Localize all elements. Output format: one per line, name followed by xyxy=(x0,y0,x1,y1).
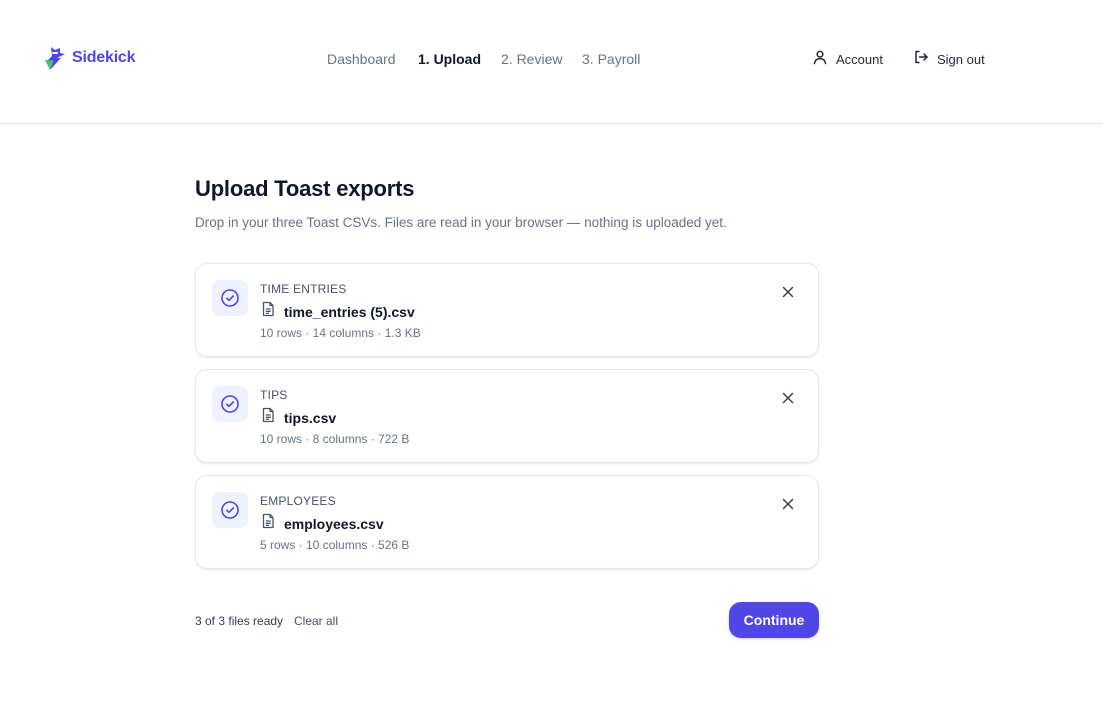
file-type-label: TIPS xyxy=(260,388,288,402)
nav-review[interactable]: 2. Review xyxy=(501,49,562,69)
sign-out-icon xyxy=(913,49,929,71)
top-header: Sidekick Dashboard 1. Upload 2. Review 3… xyxy=(0,0,1103,124)
remove-file-button[interactable] xyxy=(778,496,798,516)
clear-all-button[interactable]: Clear all xyxy=(294,613,338,629)
file-name: employees.csv xyxy=(260,513,384,534)
file-icon xyxy=(260,407,276,428)
file-name: time_entries (5).csv xyxy=(260,301,415,322)
file-card-tips: TIPS tips.csv 10 rows · 8 columns · 722 … xyxy=(195,369,819,463)
file-type-label: EMPLOYEES xyxy=(260,494,336,508)
page-title: Upload Toast exports xyxy=(195,176,415,201)
file-name: tips.csv xyxy=(260,407,336,428)
page-subtitle: Drop in your three Toast CSVs. Files are… xyxy=(195,215,727,230)
file-list: TIME ENTRIES time_entries (5).csv 10 row… xyxy=(195,263,819,569)
remove-file-button[interactable] xyxy=(778,284,798,304)
check-circle-icon xyxy=(212,386,248,422)
file-meta: 5 rows · 10 columns · 526 B xyxy=(260,538,410,552)
check-circle-icon xyxy=(212,492,248,528)
file-meta: 10 rows · 14 columns · 1.3 KB xyxy=(260,326,421,340)
sign-out-link[interactable]: Sign out xyxy=(913,49,985,71)
continue-button[interactable]: Continue xyxy=(729,602,819,638)
file-icon xyxy=(260,513,276,534)
nav-dashboard[interactable]: Dashboard xyxy=(327,49,396,69)
close-icon xyxy=(781,497,795,516)
files-ready-count: 3 of 3 files ready xyxy=(195,614,284,628)
check-circle-icon xyxy=(212,280,248,316)
upload-main: Upload Toast exports Drop in your three … xyxy=(195,172,819,638)
sign-out-label: Sign out xyxy=(937,52,985,67)
upload-footer: 3 of 3 files ready Clear all Continue xyxy=(195,602,819,638)
close-icon xyxy=(781,391,795,410)
file-meta: 10 rows · 8 columns · 722 B xyxy=(260,432,410,446)
user-icon xyxy=(812,49,828,71)
file-type-label: TIME ENTRIES xyxy=(260,282,347,296)
file-name-text: time_entries (5).csv xyxy=(284,303,415,320)
nav-upload[interactable]: 1. Upload xyxy=(418,49,481,69)
close-icon xyxy=(781,285,795,304)
file-icon xyxy=(260,301,276,322)
account-label: Account xyxy=(836,52,883,67)
file-card-employees: EMPLOYEES employees.csv 5 rows · 10 colu… xyxy=(195,475,819,569)
file-name-text: employees.csv xyxy=(284,515,384,532)
file-name-text: tips.csv xyxy=(284,409,337,426)
file-card-time-entries: TIME ENTRIES time_entries (5).csv 10 row… xyxy=(195,263,819,357)
remove-file-button[interactable] xyxy=(778,390,798,410)
account-link[interactable]: Account xyxy=(812,49,883,71)
nav-payroll[interactable]: 3. Payroll xyxy=(582,49,640,69)
